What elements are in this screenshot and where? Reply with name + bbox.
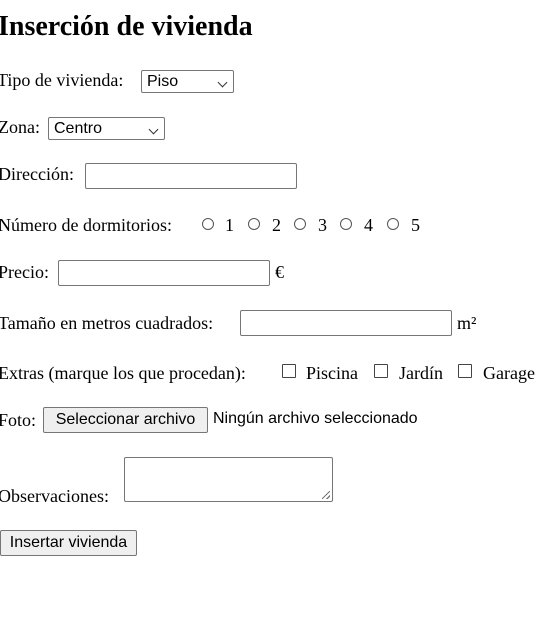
extras-option-label: Jardín	[399, 363, 443, 383]
direccion-input[interactable]	[85, 163, 297, 189]
tipo-select[interactable]: Piso	[141, 70, 234, 93]
resize-handle-icon[interactable]	[322, 491, 330, 499]
chevron-down-icon	[217, 77, 228, 88]
choose-file-button[interactable]: Seleccionar archivo	[43, 407, 208, 433]
dormitorios-radio-2[interactable]	[248, 218, 260, 230]
dormitorios-option-label: 3	[318, 215, 327, 235]
dormitorios-label: Número de dormitorios:	[0, 215, 172, 235]
dormitorios-radio-5[interactable]	[387, 218, 399, 230]
observaciones-textarea[interactable]	[124, 457, 333, 502]
extras-checkbox-piscina[interactable]	[282, 364, 296, 378]
dormitorios-radio-1[interactable]	[202, 218, 214, 230]
extras-option-label: Garage	[483, 363, 535, 383]
zona-label: Zona:	[0, 117, 40, 137]
chevron-down-icon	[148, 124, 159, 135]
observaciones-label: Observaciones:	[0, 486, 109, 506]
extras-checkbox-garage[interactable]	[458, 364, 472, 378]
tamano-label: Tamaño en metros cuadrados:	[0, 313, 214, 333]
dormitorios-option-label: 1	[225, 215, 234, 235]
extras-checkbox-jardin[interactable]	[374, 364, 388, 378]
file-status: Ningún archivo seleccionado	[213, 410, 418, 427]
precio-unit: €	[275, 262, 284, 282]
zona-selected-value: Centro	[54, 120, 103, 137]
precio-input[interactable]	[58, 260, 270, 286]
dormitorios-radio-3[interactable]	[294, 218, 306, 230]
precio-label: Precio:	[0, 262, 49, 282]
extras-label: Extras (marque los que procedan):	[0, 363, 246, 383]
tipo-label: Tipo de vivienda:	[0, 70, 124, 90]
zona-select[interactable]: Centro	[48, 117, 165, 140]
dormitorios-option-label: 5	[411, 215, 420, 235]
tamano-input[interactable]	[240, 310, 452, 336]
form-page: Inserción de vivienda Tipo de vivienda: …	[0, 0, 548, 634]
extras-option-label: Piscina	[306, 363, 358, 383]
dormitorios-option-label: 4	[364, 215, 373, 235]
page-title: Inserción de vivienda	[0, 11, 253, 42]
foto-label: Foto:	[0, 410, 37, 430]
dormitorios-option-label: 2	[272, 215, 281, 235]
submit-button[interactable]: Insertar vivienda	[0, 530, 137, 556]
dormitorios-radio-4[interactable]	[340, 218, 352, 230]
direccion-label: Dirección:	[0, 164, 74, 184]
tamano-unit: m²	[457, 313, 477, 333]
tipo-selected-value: Piso	[147, 73, 179, 90]
